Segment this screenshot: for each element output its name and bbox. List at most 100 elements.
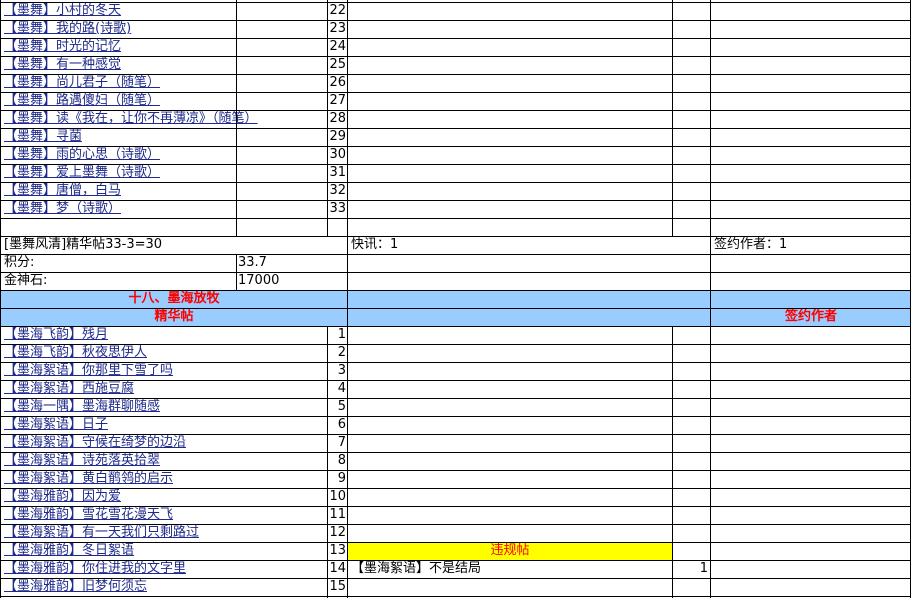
post-title-link[interactable]: 【墨舞】寻菌 — [4, 128, 326, 146]
grid-line — [0, 0, 1, 598]
grid-line — [0, 344, 911, 345]
gold-label: 金神石: — [4, 273, 48, 288]
violation-header-row: 违规帖 — [0, 542, 911, 560]
post-title-link[interactable]: 【墨舞】雨的心思（诗歌） — [4, 146, 326, 164]
post-title-link[interactable]: 【墨舞】读《我在，让你不再薄凉》（随笔） — [4, 110, 326, 128]
table-row: 【墨海一隅】墨海群聊随感 5 — [0, 398, 911, 416]
grid-line — [0, 272, 911, 273]
grid-line — [0, 254, 911, 255]
post-title-link[interactable]: 【墨舞】我的路(诗歌) — [4, 20, 326, 38]
post-number: 25 — [329, 57, 346, 72]
post-number: 27 — [329, 93, 346, 108]
grid-line — [0, 380, 911, 381]
grid-line — [0, 578, 911, 579]
violation-header: 违规帖 — [490, 543, 530, 558]
table-row: 【墨海雅韵】因为爱 10 — [0, 488, 911, 506]
section-title-row: 十八、墨海放牧 — [0, 290, 911, 308]
grid-line — [0, 560, 911, 561]
summary-text: [墨舞风清]精华帖33-3=30 — [4, 237, 163, 252]
table-row: 【墨舞】读《我在，让你不再薄凉》（随笔） 28 — [0, 110, 911, 128]
post-title-link[interactable]: 【墨舞】时光的记忆 — [4, 38, 326, 56]
table-row: 【墨海絮语】有一天我们只剩路过 12 — [0, 524, 911, 542]
table-row: 【墨海飞韵】残月 1 — [0, 326, 911, 344]
gold-value: 17000 — [238, 273, 280, 288]
post-title-link[interactable]: 【墨海絮语】黄白鹡鸰的启示 — [4, 470, 326, 488]
post-number: 2 — [337, 345, 346, 360]
grid-line — [0, 362, 911, 363]
post-number: 32 — [329, 183, 346, 198]
grid-line — [0, 218, 911, 219]
grid-line — [0, 92, 911, 93]
post-title-link[interactable]: 【墨海絮语】日子 — [4, 416, 326, 434]
grid-line — [0, 506, 911, 507]
violation-row: 【墨海絮语】不是结局 1 — [0, 560, 911, 578]
post-title-link[interactable]: 【墨舞】唐僧，白马 — [4, 182, 326, 200]
post-title-link[interactable]: 【墨海飞韵】秋夜思伊人 — [4, 344, 326, 362]
grid-line — [0, 470, 911, 471]
post-number: 29 — [329, 129, 346, 144]
grid-line — [0, 398, 911, 399]
table-row: 【墨舞】路遇傻妇（随笔） 27 — [0, 92, 911, 110]
grid-line — [0, 488, 911, 489]
grid-line — [0, 74, 911, 75]
summary-row: [墨舞风清]精华帖33-3=30 快讯：1 签约作者：1 — [0, 236, 911, 254]
post-number: 28 — [329, 111, 346, 126]
post-number: 24 — [329, 39, 346, 54]
grid-line — [0, 524, 911, 525]
post-number: 9 — [337, 471, 346, 486]
score-label: 积分: — [4, 255, 35, 270]
news-count: 快讯：1 — [351, 237, 399, 252]
post-title-link[interactable]: 【墨舞】有一种感觉 — [4, 56, 326, 74]
essence-header: 精华帖 — [154, 309, 194, 324]
post-number: 23 — [329, 21, 346, 36]
post-title-link[interactable]: 【墨海雅韵】旧梦何须忘 — [4, 578, 326, 596]
score-value: 33.7 — [238, 255, 267, 270]
table-row: 【墨舞】时光的记忆 24 — [0, 38, 911, 56]
table-row: 【墨海絮语】你那里下雪了吗 3 — [0, 362, 911, 380]
grid-line — [0, 38, 911, 39]
grid-line — [236, 0, 237, 236]
post-title-link[interactable]: 【墨舞】尚儿君子（随笔） — [4, 74, 326, 92]
signed-header: 签约作者 — [784, 309, 837, 324]
grid-line — [0, 236, 911, 237]
table-row: 【墨舞】小村的冬天 22 — [0, 2, 911, 20]
post-title-link[interactable]: 【墨海雅韵】雪花雪花漫天飞 — [4, 506, 326, 524]
table-row: 【墨舞】我的路(诗歌) 23 — [0, 20, 911, 38]
grid-line — [0, 434, 911, 435]
table-row: 【墨海絮语】诗苑落英拾翠 8 — [0, 452, 911, 470]
grid-line — [0, 2, 911, 3]
post-title-link[interactable]: 【墨海一隅】墨海群聊随感 — [4, 398, 326, 416]
table-row: 【墨海雅韵】雪花雪花漫天飞 11 — [0, 506, 911, 524]
grid-line — [0, 20, 911, 21]
post-title-link[interactable]: 【墨舞】爱上墨舞（诗歌） — [4, 164, 326, 182]
post-title-link[interactable]: 【墨舞】梦（诗歌） — [4, 200, 326, 218]
post-number: 11 — [329, 507, 346, 522]
post-title-link[interactable]: 【墨海雅韵】因为爱 — [4, 488, 326, 506]
table-row: 【墨海飞韵】秋夜思伊人 2 — [0, 344, 911, 362]
grid-line — [0, 164, 911, 165]
post-title-link[interactable]: 【墨舞】路遇傻妇（随笔） — [4, 92, 326, 110]
grid-line — [672, 0, 673, 236]
post-title-link[interactable]: 【墨海絮语】守候在绮梦的边沿 — [4, 434, 326, 452]
violation-title: 【墨海絮语】不是结局 — [351, 561, 482, 576]
post-number: 8 — [337, 453, 346, 468]
grid-line — [0, 182, 911, 183]
grid-line — [0, 56, 911, 57]
table-row: 【墨舞】爱上墨舞（诗歌） 31 — [0, 164, 911, 182]
post-title-link[interactable]: 【墨海絮语】诗苑落英拾翠 — [4, 452, 326, 470]
post-title-link[interactable]: 【墨海絮语】有一天我们只剩路过 — [4, 524, 326, 542]
section-header-row: 精华帖 签约作者 — [0, 308, 911, 326]
post-number: 6 — [337, 417, 346, 432]
post-number: 4 — [337, 381, 346, 396]
post-title-link[interactable]: 【墨海絮语】西施豆腐 — [4, 380, 326, 398]
spreadsheet-grid: 【墨舞】小村的冬天 22 【墨舞】我的路(诗歌) 23 【墨舞】时光的记忆 24 【墨舞】有… — [0, 0, 915, 598]
post-title-link[interactable]: 【墨舞】小村的冬天 — [4, 2, 326, 20]
table-row: 【墨舞】有一种感觉 25 — [0, 56, 911, 74]
post-title-link[interactable]: 【墨海飞韵】残月 — [4, 326, 326, 344]
grid-line — [672, 326, 673, 598]
grid-line — [327, 0, 328, 236]
violation-number: 1 — [699, 561, 708, 576]
grid-line — [0, 110, 911, 111]
grid-line — [910, 0, 911, 598]
post-title-link[interactable]: 【墨海絮语】你那里下雪了吗 — [4, 362, 326, 380]
